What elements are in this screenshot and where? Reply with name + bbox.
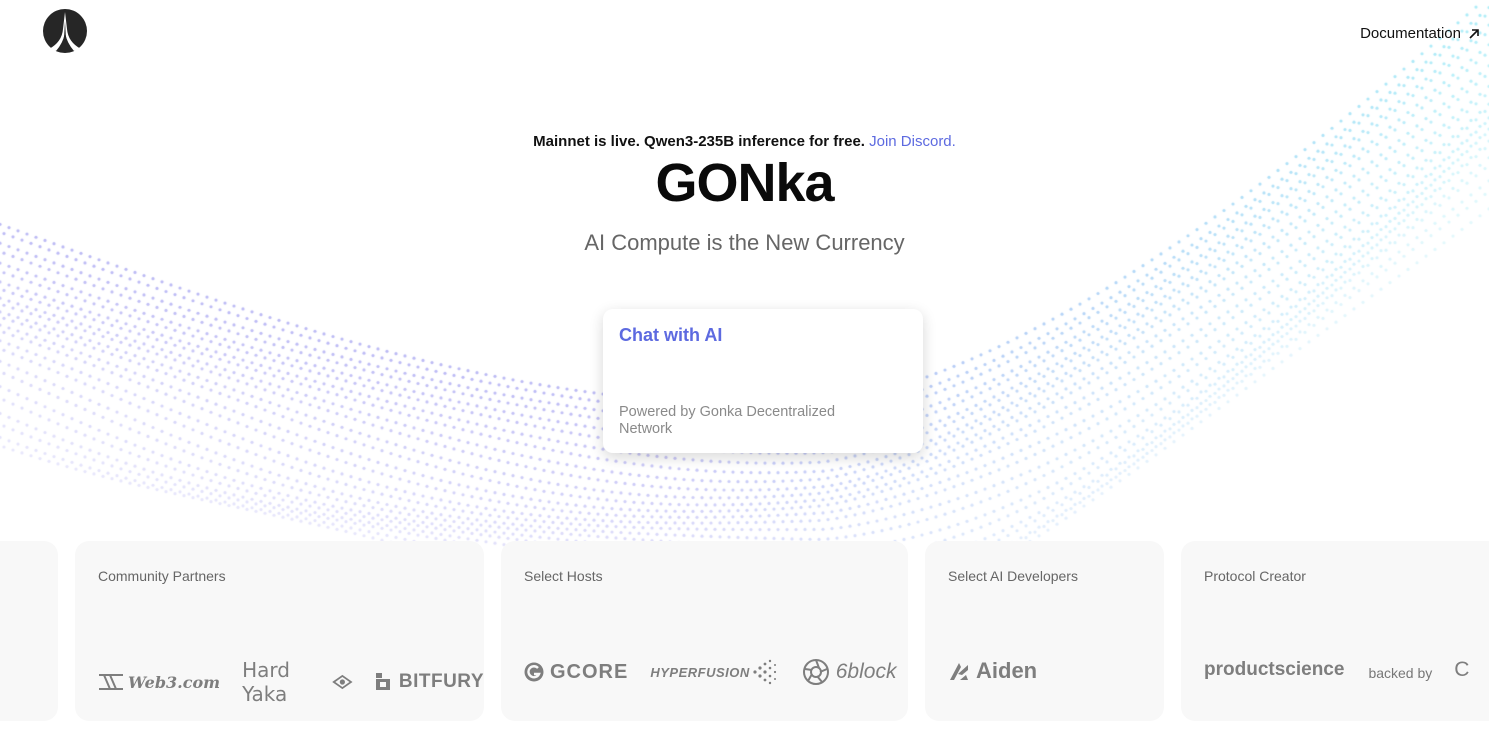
chat-with-ai-card[interactable]: Chat with AI Powered by Gonka Decentrali… [603,309,923,453]
community-partners-panel: Community Partners Web3.com Hard Yaka BI… [75,541,484,721]
hard-yaka-text: Hard Yaka [242,658,290,706]
protocol-creator-panel: Protocol Creator productscience backed b… [1181,541,1489,721]
aiden-mark-icon [950,663,968,680]
select-hosts-logos: GCORE HYPERFUSION 6block [524,658,896,686]
chat-card-title: Chat with AI [619,325,723,345]
hard-yaka-diamond-icon [332,674,353,690]
hero-tagline: AI Compute is the New Currency [584,230,905,255]
6block-aperture-icon [802,659,829,685]
community-partners-label: Community Partners [98,568,226,584]
productscience-text: productscience [1204,659,1345,680]
bitfury-text: BITFURY [398,671,484,692]
select-ai-developers-label: Select AI Developers [948,568,1078,584]
gcore-logo[interactable]: GCORE [524,661,628,684]
documentation-link[interactable]: Documentation [1360,25,1481,42]
announcement-text: Mainnet is live. Qwen3-235B inference fo… [533,133,865,150]
select-hosts-label: Select Hosts [524,568,603,584]
bitfury-logo[interactable]: BITFURY [375,671,484,693]
6block-logo[interactable]: 6block [802,658,897,686]
hyperfusion-text: HYPERFUSION [650,664,750,680]
chat-card-subtitle: Powered by Gonka Decentralized Network [619,404,836,437]
hyperfusion-logo[interactable]: HYPERFUSION [650,658,777,686]
join-discord-link[interactable]: Join Discord. [869,133,956,150]
productscience-logo[interactable]: productscience [1204,659,1344,681]
community-partners-logos: Web3.com Hard Yaka BITFURY [98,658,484,706]
backer-logo-text: C [1454,658,1470,681]
bitfury-mark-icon [375,673,390,690]
brand-wordmark: GONka [655,153,834,213]
select-hosts-panel: Select Hosts GCORE HYPERFUSION 6block [501,541,908,721]
arrow-up-right-icon [1469,28,1479,39]
aiden-text: Aiden [976,658,1038,683]
select-ai-developers-panel: Select AI Developers Aiden [925,541,1164,721]
6block-text: 6block [835,660,897,683]
web3com-text: Web3.com [128,672,221,692]
gonka-logo-icon[interactable] [43,9,87,53]
backer-logo-partial[interactable]: C [1454,658,1469,682]
hyperfusion-dots-icon [753,659,776,685]
protocol-creator-logos: productscience backed by C [1204,658,1469,682]
select-ai-developers-logos: Aiden [948,658,1037,684]
announcement-banner: Mainnet is live. Qwen3-235B inference fo… [0,133,1489,150]
partner-panel-partial [0,541,58,721]
hard-yaka-logo[interactable]: Hard Yaka [242,658,353,706]
protocol-creator-label: Protocol Creator [1204,568,1306,584]
aiden-logo[interactable]: Aiden [948,658,1037,684]
backed-by-text: backed by [1368,665,1433,681]
gcore-mark-icon [524,662,544,682]
documentation-label: Documentation [1360,25,1461,42]
web3com-mark-icon [99,674,123,690]
gcore-text: GCORE [550,660,629,683]
web3com-logo[interactable]: Web3.com [98,673,220,692]
